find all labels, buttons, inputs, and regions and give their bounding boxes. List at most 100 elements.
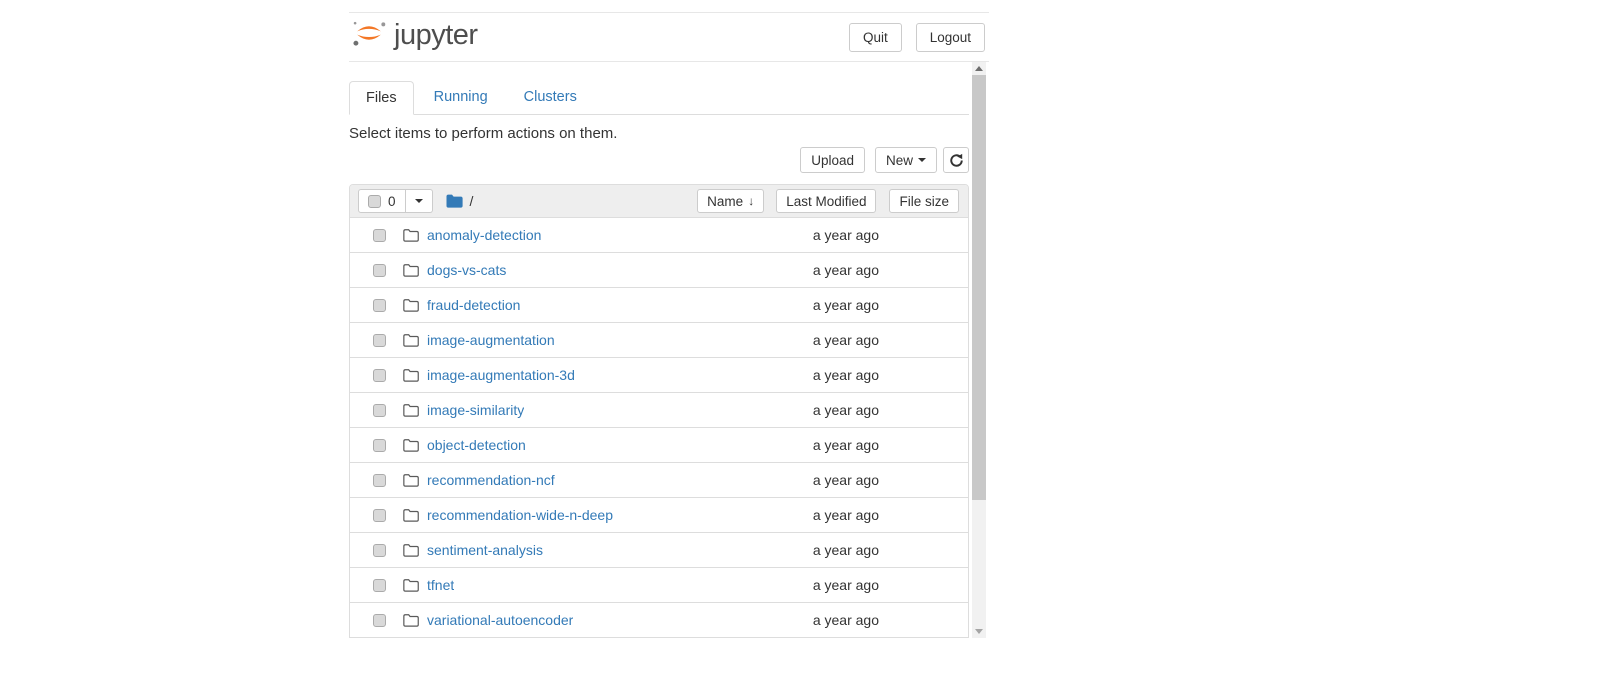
quit-button[interactable]: Quit xyxy=(849,23,902,52)
table-row: dogs-vs-cats a year ago xyxy=(350,252,968,287)
folder-outline-icon xyxy=(403,509,419,522)
tab-running[interactable]: Running xyxy=(418,81,504,115)
select-filter-dropdown[interactable] xyxy=(406,189,433,213)
breadcrumb[interactable]: / xyxy=(446,193,474,209)
breadcrumb-path: / xyxy=(470,193,474,209)
refresh-icon xyxy=(949,153,964,168)
row-checkbox[interactable] xyxy=(373,614,386,627)
app-header: jupyter Quit Logout xyxy=(349,12,989,62)
scrollbar-down-arrow[interactable] xyxy=(972,625,986,638)
selected-count: 0 xyxy=(388,194,396,209)
row-checkbox[interactable] xyxy=(373,334,386,347)
jupyter-logo-text: jupyter xyxy=(394,19,478,56)
folder-outline-icon xyxy=(403,299,419,312)
folder-outline-icon xyxy=(403,229,419,242)
folder-link[interactable]: variational-autoencoder xyxy=(427,612,573,628)
arrow-down-icon: ↓ xyxy=(748,194,754,208)
toolbar: Upload New xyxy=(349,147,969,173)
select-all-checkbox[interactable] xyxy=(368,195,381,208)
row-checkbox[interactable] xyxy=(373,474,386,487)
folder-solid-icon xyxy=(446,194,463,208)
chevron-down-icon xyxy=(918,158,926,162)
table-row: recommendation-ncf a year ago xyxy=(350,462,968,497)
last-modified-value: a year ago xyxy=(767,332,879,348)
refresh-button[interactable] xyxy=(943,147,969,173)
row-checkbox[interactable] xyxy=(373,369,386,382)
scrollbar-thumb[interactable] xyxy=(972,75,986,500)
scrollbar-up-arrow[interactable] xyxy=(972,62,986,75)
last-modified-value: a year ago xyxy=(767,472,879,488)
last-modified-value: a year ago xyxy=(767,227,879,243)
folder-link[interactable]: recommendation-ncf xyxy=(427,472,555,488)
logout-button[interactable]: Logout xyxy=(916,23,985,52)
vertical-scrollbar[interactable] xyxy=(972,62,986,638)
instruction-text: Select items to perform actions on them. xyxy=(349,125,969,142)
table-row: tfnet a year ago xyxy=(350,567,968,602)
new-dropdown-button[interactable]: New xyxy=(875,147,937,173)
folder-outline-icon xyxy=(403,404,419,417)
last-modified-value: a year ago xyxy=(767,542,879,558)
select-all-button[interactable]: 0 xyxy=(358,189,406,213)
table-row: anomaly-detection a year ago xyxy=(350,217,968,252)
table-row: image-augmentation-3d a year ago xyxy=(350,357,968,392)
folder-link[interactable]: recommendation-wide-n-deep xyxy=(427,507,613,523)
last-modified-value: a year ago xyxy=(767,367,879,383)
chevron-down-icon xyxy=(415,199,423,203)
folder-outline-icon xyxy=(403,439,419,452)
table-row: fraud-detection a year ago xyxy=(350,287,968,322)
table-row: image-augmentation a year ago xyxy=(350,322,968,357)
folder-outline-icon xyxy=(403,264,419,277)
last-modified-value: a year ago xyxy=(767,612,879,628)
folder-outline-icon xyxy=(403,334,419,347)
last-modified-value: a year ago xyxy=(767,507,879,523)
folder-link[interactable]: image-augmentation xyxy=(427,332,555,348)
scroll-region: Files Running Clusters Select items to p… xyxy=(349,62,971,638)
table-row: object-detection a year ago xyxy=(350,427,968,462)
select-all-group: 0 xyxy=(358,189,433,213)
folder-link[interactable]: dogs-vs-cats xyxy=(427,262,506,278)
row-checkbox[interactable] xyxy=(373,509,386,522)
row-checkbox[interactable] xyxy=(373,299,386,312)
row-checkbox[interactable] xyxy=(373,544,386,557)
upload-button[interactable]: Upload xyxy=(800,147,865,173)
row-checkbox[interactable] xyxy=(373,404,386,417)
folder-outline-icon xyxy=(403,614,419,627)
header-buttons: Quit Logout xyxy=(849,23,985,52)
row-checkbox[interactable] xyxy=(373,579,386,592)
file-listing: 0 / xyxy=(349,184,969,638)
tab-files[interactable]: Files xyxy=(349,81,414,115)
last-modified-value: a year ago xyxy=(767,402,879,418)
folder-link[interactable]: fraud-detection xyxy=(427,297,520,313)
last-modified-value: a year ago xyxy=(767,262,879,278)
jupyter-logo[interactable]: jupyter xyxy=(351,17,478,58)
table-row: image-similarity a year ago xyxy=(350,392,968,427)
row-checkbox[interactable] xyxy=(373,229,386,242)
folder-outline-icon xyxy=(403,544,419,557)
last-modified-value: a year ago xyxy=(767,297,879,313)
folder-outline-icon xyxy=(403,369,419,382)
row-checkbox[interactable] xyxy=(373,264,386,277)
tab-clusters[interactable]: Clusters xyxy=(508,81,593,115)
file-rows: anomaly-detection a year ago dogs-vs-cat… xyxy=(350,217,968,637)
sort-last-modified-button[interactable]: Last Modified xyxy=(776,189,876,213)
tab-bar: Files Running Clusters xyxy=(349,81,969,115)
list-header: 0 / xyxy=(350,185,968,217)
folder-link[interactable]: anomaly-detection xyxy=(427,227,541,243)
table-row: variational-autoencoder a year ago xyxy=(350,602,968,637)
folder-link[interactable]: image-augmentation-3d xyxy=(427,367,575,383)
sort-name-button[interactable]: Name ↓ xyxy=(697,189,764,213)
folder-link[interactable]: tfnet xyxy=(427,577,454,593)
sort-file-size-button[interactable]: File size xyxy=(889,189,959,213)
jupyter-logo-icon xyxy=(351,17,387,58)
folder-outline-icon xyxy=(403,579,419,592)
folder-link[interactable]: object-detection xyxy=(427,437,526,453)
last-modified-value: a year ago xyxy=(767,437,879,453)
table-row: sentiment-analysis a year ago xyxy=(350,532,968,567)
row-checkbox[interactable] xyxy=(373,439,386,452)
folder-link[interactable]: sentiment-analysis xyxy=(427,542,543,558)
table-row: recommendation-wide-n-deep a year ago xyxy=(350,497,968,532)
folder-link[interactable]: image-similarity xyxy=(427,402,524,418)
folder-outline-icon xyxy=(403,474,419,487)
last-modified-value: a year ago xyxy=(767,577,879,593)
jupyter-app-panel: jupyter Quit Logout Files Running Cluste… xyxy=(349,0,989,638)
